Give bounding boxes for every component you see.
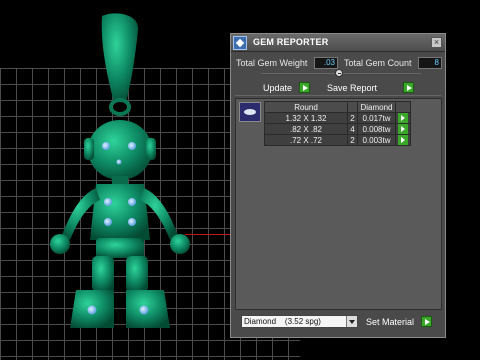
table-row[interactable]: .72 X .72 2 0.003tw: [264, 134, 411, 146]
toolbar-separator: [235, 95, 441, 96]
header-count: [347, 101, 358, 113]
collapse-knob-icon[interactable]: [335, 69, 343, 77]
panel-titlebar[interactable]: GEM REPORTER ×: [231, 34, 445, 52]
play-arrow-icon[interactable]: [398, 113, 408, 123]
round-gem-icon: [239, 102, 261, 122]
material-select[interactable]: Diamond (3.52 spg): [241, 315, 358, 328]
play-arrow-icon[interactable]: [398, 135, 408, 145]
header-action: [395, 101, 411, 113]
gem-count: 4: [347, 123, 358, 135]
chevron-down-icon[interactable]: [346, 316, 357, 327]
table-row[interactable]: 1.32 X 1.32 2 0.017tw: [264, 112, 411, 124]
row-select-button[interactable]: [395, 134, 411, 146]
gem-size: 1.32 X 1.32: [264, 112, 348, 124]
close-icon[interactable]: ×: [431, 37, 442, 48]
save-report-button[interactable]: [403, 82, 414, 93]
save-report-button-label[interactable]: Save Report: [327, 83, 377, 93]
gem-size: .82 X .82: [264, 123, 348, 135]
3d-viewport[interactable]: GEM REPORTER × Total Gem Weight .03 Tota…: [0, 0, 480, 360]
material-select-value: Diamond (3.52 spg): [244, 317, 321, 326]
gem-weight: 0.003tw: [357, 134, 396, 146]
total-gem-count-field[interactable]: 8: [418, 57, 442, 69]
gem-count: 2: [347, 134, 358, 146]
update-button-label[interactable]: Update: [263, 83, 292, 93]
total-gem-weight-field[interactable]: .03: [314, 57, 338, 69]
set-material-button-label[interactable]: Set Material: [366, 317, 414, 327]
gem-weight: 0.008tw: [357, 123, 396, 135]
update-button[interactable]: [299, 82, 310, 93]
gem-reporter-panel: GEM REPORTER × Total Gem Weight .03 Tota…: [230, 33, 446, 338]
gem-table: Round Diamond 1.32 X 1.32 2 0.017tw .82: [264, 101, 411, 146]
total-gem-weight-label: Total Gem Weight: [236, 58, 308, 68]
row-select-button[interactable]: [395, 112, 411, 124]
table-row[interactable]: .82 X .82 4 0.008tw: [264, 123, 411, 135]
total-gem-count-label: Total Gem Count: [344, 58, 412, 68]
play-arrow-icon[interactable]: [398, 124, 408, 134]
gem-app-icon: [233, 36, 247, 50]
gem-list-area[interactable]: Round Diamond 1.32 X 1.32 2 0.017tw .82: [235, 98, 442, 310]
gem-size: .72 X .72: [264, 134, 348, 146]
gem-count: 2: [347, 112, 358, 124]
row-select-button[interactable]: [395, 123, 411, 135]
header-material: Diamond: [357, 101, 396, 113]
gem-weight: 0.017tw: [357, 112, 396, 124]
robot-figure-model[interactable]: [40, 10, 210, 340]
header-shape: Round: [264, 101, 348, 113]
set-material-button[interactable]: [421, 316, 432, 327]
panel-title: GEM REPORTER: [253, 37, 329, 47]
